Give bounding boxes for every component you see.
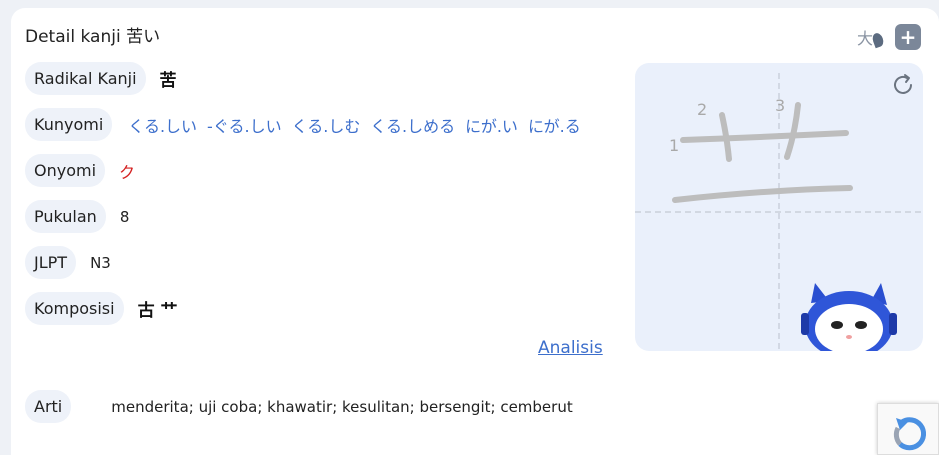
kunyomi-reading[interactable]: にが.い	[465, 113, 518, 137]
recaptcha-icon	[893, 417, 927, 451]
row-onyomi: Onyomi ク	[25, 154, 135, 187]
kunyomi-reading[interactable]: -ぐる.しい	[207, 113, 282, 137]
analisis-link[interactable]: Analisis	[538, 338, 603, 358]
value-pukulan: 8	[119, 207, 130, 226]
kunyomi-reading[interactable]: くる.しめる	[370, 113, 455, 137]
stroke-1	[680, 130, 849, 143]
refresh-icon[interactable]	[891, 73, 915, 97]
kunyomi-reading[interactable]: くる.しむ	[292, 113, 361, 137]
kanji-detail-card: Detail kanji 苦い 大 + Radikal Kanji 苦 Kuny…	[11, 8, 939, 455]
label-kunyomi: Kunyomi	[25, 108, 113, 141]
value-radikal[interactable]: 苦	[160, 66, 177, 91]
stroke-3	[784, 102, 801, 160]
stroke-4	[672, 185, 853, 203]
kunyomi-reading[interactable]: くる.しい	[128, 113, 197, 137]
row-kunyomi: Kunyomi くる.しい -ぐる.しい くる.しむ くる.しめる にが.い に…	[25, 108, 581, 141]
label-pukulan: Pukulan	[25, 200, 106, 233]
value-jlpt: N3	[90, 253, 111, 272]
stroke-order-drawing: 1 2 3	[635, 73, 923, 351]
kunyomi-reading[interactable]: にが.る	[528, 113, 581, 137]
row-radikal: Radikal Kanji 苦	[25, 62, 177, 95]
row-pukulan: Pukulan 8	[25, 200, 129, 233]
stroke-order-panel[interactable]: 1 2 3	[635, 63, 923, 351]
row-arti: Arti menderita; uji coba; khawatir; kesu…	[25, 390, 573, 423]
value-onyomi[interactable]: ク	[119, 159, 135, 183]
row-jlpt: JLPT N3	[25, 246, 111, 279]
label-komposisi: Komposisi	[25, 292, 124, 325]
page-title: Detail kanji 苦い	[25, 27, 161, 47]
add-button[interactable]: +	[895, 24, 921, 50]
font-size-drop-icon	[870, 31, 886, 49]
recaptcha-badge[interactable]	[877, 403, 939, 455]
top-actions: 大 +	[857, 24, 921, 50]
kunyomi-list: くる.しい -ぐる.しい くる.しむ くる.しめる にが.い にが.る	[128, 113, 580, 137]
label-onyomi: Onyomi	[25, 154, 106, 187]
row-komposisi: Komposisi 古 艹	[25, 292, 178, 325]
stroke-number: 2	[697, 100, 707, 119]
stroke-number: 1	[669, 136, 679, 155]
font-size-icon-glyph: 大	[857, 29, 874, 48]
value-komposisi[interactable]: 古 艹	[138, 296, 178, 321]
mascot-icon	[801, 283, 897, 351]
font-size-icon[interactable]: 大	[857, 25, 886, 49]
label-radikal: Radikal Kanji	[25, 62, 146, 95]
value-arti: menderita; uji coba; khawatir; kesulitan…	[111, 397, 573, 416]
label-arti: Arti	[25, 390, 72, 423]
stroke-number: 3	[775, 96, 785, 115]
label-jlpt: JLPT	[25, 246, 77, 279]
